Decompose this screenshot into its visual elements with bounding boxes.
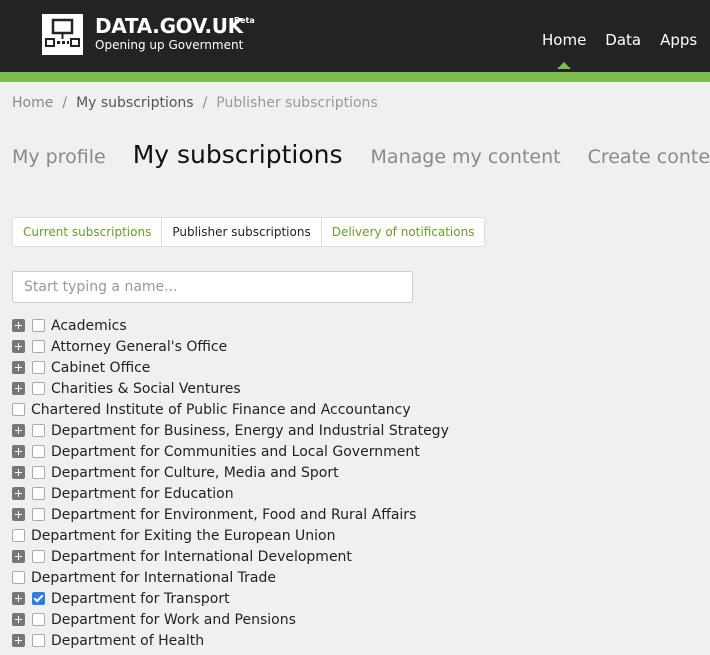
main-nav: Home Data Apps <box>542 30 710 69</box>
publisher-checkbox[interactable] <box>32 319 45 332</box>
publisher-checkbox[interactable] <box>32 613 45 626</box>
brand-subtitle: Opening up Government <box>95 38 244 52</box>
expand-plus-icon[interactable] <box>12 340 25 353</box>
publisher-name[interactable]: Academics <box>51 318 127 334</box>
publisher-item: Cabinet Office <box>12 357 449 378</box>
expand-plus-icon[interactable] <box>12 613 25 626</box>
subtab-current-subscriptions[interactable]: Current subscriptions <box>13 218 163 246</box>
tab-manage-my-content[interactable]: Manage my content <box>371 146 561 168</box>
publisher-name[interactable]: Chartered Institute of Public Finance an… <box>31 402 411 418</box>
expand-plus-icon[interactable] <box>12 592 25 605</box>
breadcrumb-current: Publisher subscriptions <box>216 95 378 111</box>
subscription-sub-tabs: Current subscriptions Publisher subscrip… <box>12 217 486 247</box>
subtab-delivery-of-notifications[interactable]: Delivery of notifications <box>322 218 485 246</box>
publisher-name[interactable]: Department for Exiting the European Unio… <box>31 528 336 544</box>
nav-data[interactable]: Data <box>605 30 641 50</box>
publisher-name[interactable]: Department for Work and Pensions <box>51 612 296 628</box>
nav-apps[interactable]: Apps <box>660 30 697 50</box>
publisher-name[interactable]: Department for Education <box>51 486 234 502</box>
expand-plus-icon[interactable] <box>12 382 25 395</box>
breadcrumb: Home / My subscriptions / Publisher subscrip… <box>12 94 378 112</box>
breadcrumb-separator: / <box>202 95 208 111</box>
expand-plus-icon[interactable] <box>12 550 25 563</box>
publisher-name[interactable]: Cabinet Office <box>51 360 150 376</box>
publisher-checkbox[interactable] <box>32 487 45 500</box>
subtab-publisher-subscriptions[interactable]: Publisher subscriptions <box>162 218 322 246</box>
expand-plus-icon[interactable] <box>12 319 25 332</box>
publisher-item: Department for Transport <box>12 588 449 609</box>
publisher-list: Academics Attorney General's Office Cabine… <box>12 315 449 651</box>
tab-create-content[interactable]: Create content <box>588 146 710 168</box>
breadcrumb-separator: / <box>62 95 68 111</box>
tab-my-profile[interactable]: My profile <box>12 146 106 168</box>
publisher-checkbox[interactable] <box>32 424 45 437</box>
publisher-item: Department of Health <box>12 630 449 651</box>
publisher-checkbox[interactable] <box>12 529 25 542</box>
expand-plus-icon[interactable] <box>12 634 25 647</box>
publisher-checkbox[interactable] <box>32 340 45 353</box>
publisher-item: Department for Business, Energy and Indu… <box>12 420 449 441</box>
expand-plus-icon[interactable] <box>12 487 25 500</box>
publisher-checkbox[interactable] <box>32 634 45 647</box>
brand[interactable]: DATA.GOV.UK Beta Opening up Government <box>95 14 255 52</box>
publisher-item: Department for Education <box>12 483 449 504</box>
beta-badge: Beta <box>234 16 255 25</box>
publisher-name[interactable]: Department for Environment, Food and Rur… <box>51 507 416 523</box>
page-tabs: My profile My subscriptions Manage my cont… <box>12 140 710 169</box>
publisher-name[interactable]: Department for Business, Energy and Indu… <box>51 423 449 439</box>
publisher-name[interactable]: Department for Communities and Local Gov… <box>51 444 420 460</box>
publisher-checkbox[interactable] <box>32 592 45 605</box>
nav-home[interactable]: Home <box>542 30 586 69</box>
publisher-item: Department for Work and Pensions <box>12 609 449 630</box>
publisher-checkbox[interactable] <box>32 382 45 395</box>
publisher-checkbox[interactable] <box>32 508 45 521</box>
expand-plus-icon[interactable] <box>12 445 25 458</box>
publisher-name[interactable]: Department for International Trade <box>31 570 276 586</box>
publisher-item: Charities & Social Ventures <box>12 378 449 399</box>
publisher-checkbox[interactable] <box>32 466 45 479</box>
publisher-item: Academics <box>12 315 449 336</box>
publisher-item: Department for Communities and Local Gov… <box>12 441 449 462</box>
publisher-name[interactable]: Charities & Social Ventures <box>51 381 241 397</box>
publisher-item: Chartered Institute of Public Finance an… <box>12 399 449 420</box>
publisher-name[interactable]: Department for Culture, Media and Sport <box>51 465 339 481</box>
brand-title: DATA.GOV.UK <box>95 14 243 38</box>
publisher-item: Department for International Trade <box>12 567 449 588</box>
tab-my-subscriptions[interactable]: My subscriptions <box>133 140 343 169</box>
expand-plus-icon[interactable] <box>12 466 25 479</box>
publisher-checkbox[interactable] <box>32 550 45 563</box>
header-accent-stripe <box>0 72 710 82</box>
expand-plus-icon[interactable] <box>12 508 25 521</box>
publisher-item: Department for International Development <box>12 546 449 567</box>
expand-plus-icon[interactable] <box>12 424 25 437</box>
publisher-item: Department for Environment, Food and Rur… <box>12 504 449 525</box>
publisher-name[interactable]: Attorney General's Office <box>51 339 227 355</box>
publisher-search-input[interactable] <box>12 271 413 303</box>
site-logo-icon[interactable] <box>42 14 83 55</box>
publisher-name[interactable]: Department for International Development <box>51 549 352 565</box>
publisher-checkbox[interactable] <box>12 571 25 584</box>
publisher-item: Department for Culture, Media and Sport <box>12 462 449 483</box>
publisher-checkbox[interactable] <box>12 403 25 416</box>
publisher-item: Department for Exiting the European Unio… <box>12 525 449 546</box>
publisher-name[interactable]: Department for Transport <box>51 591 230 607</box>
site-header: DATA.GOV.UK Beta Opening up Government H… <box>0 0 710 72</box>
breadcrumb-home[interactable]: Home <box>12 95 53 111</box>
publisher-name[interactable]: Department of Health <box>51 633 204 649</box>
publisher-checkbox[interactable] <box>32 361 45 374</box>
expand-plus-icon[interactable] <box>12 361 25 374</box>
publisher-item: Attorney General's Office <box>12 336 449 357</box>
publisher-checkbox[interactable] <box>32 445 45 458</box>
breadcrumb-my-subscriptions[interactable]: My subscriptions <box>76 95 194 111</box>
